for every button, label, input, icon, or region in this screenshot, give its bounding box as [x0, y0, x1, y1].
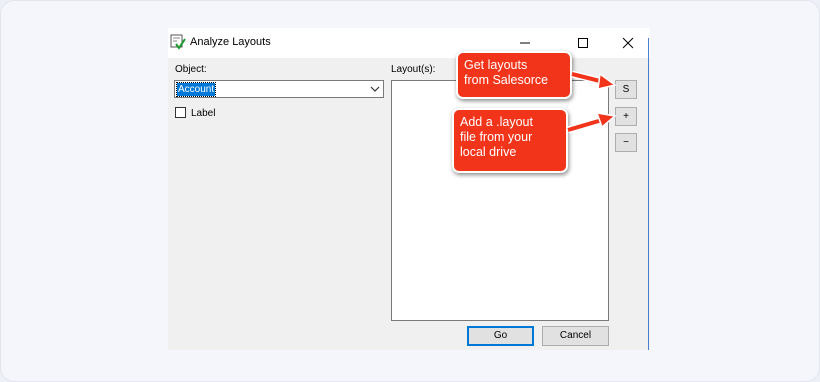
window-edge: [648, 38, 649, 350]
object-select-value: Account: [175, 82, 217, 97]
label-checkbox-text: Label: [191, 108, 216, 119]
callout-2-line-3: local drive: [460, 145, 517, 159]
callout-get-layouts: Get layouts from Salesorce: [456, 51, 572, 99]
cancel-button[interactable]: Cancel: [542, 326, 609, 346]
minimize-icon[interactable]: [515, 33, 535, 53]
get-from-salesforce-button[interactable]: S: [615, 80, 637, 99]
remove-layout-button[interactable]: −: [615, 133, 637, 152]
title-bar: Analyze Layouts: [168, 28, 650, 58]
callout-add-layout-file: Add a .layout file from your local drive: [452, 108, 568, 173]
window-title: Analyze Layouts: [190, 36, 271, 48]
callout-2-line-1: Add a .layout: [460, 115, 533, 129]
object-select[interactable]: Account: [174, 80, 384, 98]
add-layout-file-button[interactable]: +: [615, 107, 637, 126]
callout-1-line-1: Get layouts: [464, 58, 528, 72]
callout-1-line-2: from Salesorce: [464, 73, 549, 87]
object-label: Object:: [175, 64, 207, 75]
chevron-down-icon: [370, 86, 380, 92]
layouts-label: Layout(s):: [391, 64, 436, 75]
go-button[interactable]: Go: [467, 326, 534, 346]
callout-2-line-2: file from your: [460, 130, 533, 144]
checklist-icon: [170, 34, 186, 50]
label-checkbox[interactable]: [175, 107, 186, 118]
maximize-icon[interactable]: [573, 33, 593, 53]
close-icon[interactable]: [618, 33, 638, 53]
